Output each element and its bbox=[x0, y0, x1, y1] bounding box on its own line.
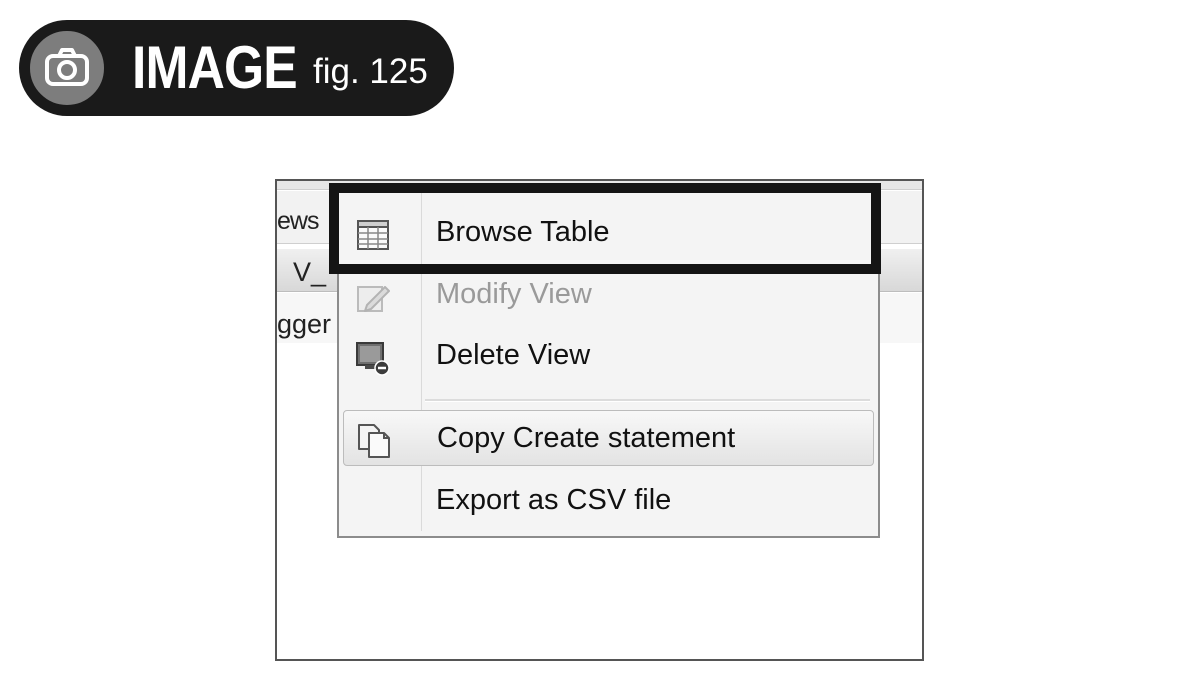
background-row-label[interactable]: gger bbox=[277, 309, 331, 340]
menu-item-label: Export as CSV file bbox=[436, 484, 672, 516]
menu-item-label: Modify View bbox=[436, 278, 592, 310]
delete-view-icon bbox=[356, 342, 390, 376]
menu-separator bbox=[425, 399, 870, 402]
figure-label-word: IMAGE bbox=[132, 34, 298, 101]
menu-item-label: Copy Create statement bbox=[437, 422, 736, 454]
table-grid-icon bbox=[357, 220, 389, 250]
menu-item-copy-create-statement[interactable]: Copy Create statement bbox=[343, 410, 874, 466]
copy-pages-icon bbox=[358, 424, 390, 458]
background-header-label[interactable]: V_ bbox=[293, 257, 326, 288]
figure-label: IMAGE fig. 125 bbox=[19, 20, 454, 116]
menu-item-modify-view: Modify View bbox=[343, 267, 874, 323]
menu-item-label: Browse Table bbox=[436, 216, 610, 248]
menu-item-export-csv[interactable]: Export as CSV file bbox=[343, 473, 874, 529]
context-menu: Browse Table Modify View Delete View Cop… bbox=[337, 183, 880, 538]
menu-item-label: Delete View bbox=[436, 339, 591, 371]
figure-number: fig. 125 bbox=[313, 52, 428, 91]
menu-item-delete-view[interactable]: Delete View bbox=[343, 328, 874, 384]
background-tab-label[interactable]: ews bbox=[277, 207, 319, 236]
menu-item-browse-table[interactable]: Browse Table bbox=[343, 205, 874, 261]
pencil-edit-icon bbox=[357, 286, 390, 312]
camera-icon-badge bbox=[27, 28, 107, 108]
camera-icon bbox=[45, 48, 89, 86]
